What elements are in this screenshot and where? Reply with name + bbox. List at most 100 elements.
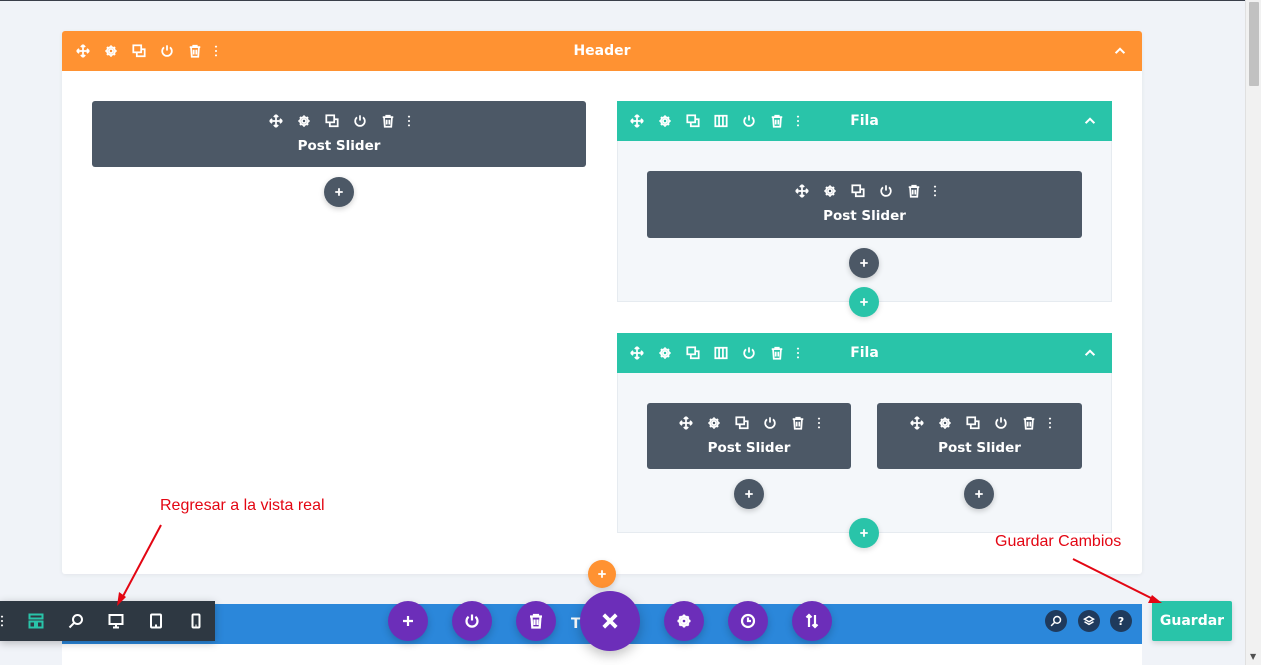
more-icon[interactable] [812, 410, 826, 436]
gear-icon[interactable] [651, 107, 679, 135]
gear-icon[interactable] [931, 410, 959, 436]
trash-icon[interactable] [900, 178, 928, 204]
gear-icon[interactable] [664, 601, 704, 641]
power-icon[interactable] [452, 601, 492, 641]
row-header-bar[interactable]: Fila [617, 101, 1112, 141]
module-post-slider[interactable]: Post Slider [647, 171, 1082, 238]
power-icon[interactable] [735, 107, 763, 135]
window-top-border [0, 0, 1245, 1]
row-2: Fila Post Slider Post Slider [617, 333, 1112, 533]
move-icon[interactable] [69, 37, 97, 65]
close-icon[interactable] [580, 591, 640, 651]
duplicate-icon[interactable] [679, 107, 707, 135]
row-toolbar [623, 101, 805, 141]
trash-icon[interactable] [374, 108, 402, 134]
more-icon[interactable] [928, 178, 942, 204]
duplicate-icon[interactable] [959, 410, 987, 436]
trash-icon[interactable] [763, 107, 791, 135]
power-icon[interactable] [735, 339, 763, 367]
module-toolbar [92, 108, 586, 134]
desktop-icon[interactable] [96, 601, 136, 641]
power-icon[interactable] [756, 410, 784, 436]
row-toolbar [623, 333, 805, 373]
more-icon[interactable] [0, 601, 12, 641]
more-icon[interactable] [402, 108, 416, 134]
phone-icon[interactable] [176, 601, 216, 641]
sort-icon[interactable] [792, 601, 832, 641]
module-post-slider[interactable]: Post Slider [647, 403, 851, 469]
section-title-partial: T [571, 616, 581, 632]
add-module-button[interactable] [849, 248, 879, 278]
page-scrollbar[interactable]: ▼ [1245, 0, 1261, 665]
duplicate-icon[interactable] [125, 37, 153, 65]
module-title: Post Slider [707, 440, 791, 456]
duplicate-icon[interactable] [679, 339, 707, 367]
chevron-up-icon[interactable] [1076, 339, 1104, 367]
history-icon[interactable] [728, 601, 768, 641]
row-1: Fila Post Slider [617, 101, 1112, 302]
section-header-bar[interactable]: Header [62, 31, 1142, 71]
power-icon[interactable] [987, 410, 1015, 436]
add-module-button[interactable] [734, 479, 764, 509]
power-icon[interactable] [153, 37, 181, 65]
section-toolbar [69, 31, 223, 71]
chevron-up-icon[interactable] [1076, 107, 1104, 135]
row-header-bar[interactable]: Fila [617, 333, 1112, 373]
save-button[interactable]: Guardar [1152, 601, 1232, 641]
gear-icon[interactable] [651, 339, 679, 367]
module-post-slider[interactable]: Post Slider [877, 403, 1082, 469]
duplicate-icon[interactable] [728, 410, 756, 436]
add-row-button[interactable] [849, 518, 879, 548]
view-mode-dock [0, 601, 215, 641]
move-icon[interactable] [903, 410, 931, 436]
module-post-slider[interactable]: Post Slider [92, 101, 586, 167]
add-button[interactable] [388, 601, 428, 641]
trash-icon[interactable] [181, 37, 209, 65]
add-section-button[interactable] [588, 560, 616, 588]
section-title: Header [573, 43, 631, 59]
power-icon[interactable] [872, 178, 900, 204]
move-icon[interactable] [788, 178, 816, 204]
add-row-button[interactable] [849, 287, 879, 317]
trash-icon[interactable] [763, 339, 791, 367]
duplicate-icon[interactable] [844, 178, 872, 204]
power-icon[interactable] [346, 108, 374, 134]
wireframe-icon[interactable] [16, 601, 56, 641]
move-icon[interactable] [672, 410, 700, 436]
module-title: Post Slider [938, 440, 1021, 456]
search-icon[interactable] [1045, 610, 1067, 632]
gear-icon[interactable] [700, 410, 728, 436]
more-icon[interactable] [209, 37, 223, 65]
tablet-icon[interactable] [136, 601, 176, 641]
scrollbar-thumb[interactable] [1249, 2, 1259, 86]
move-icon[interactable] [262, 108, 290, 134]
zoom-icon[interactable] [56, 601, 96, 641]
chevron-up-icon[interactable] [1106, 37, 1134, 65]
move-icon[interactable] [623, 339, 651, 367]
module-toolbar [647, 410, 851, 436]
add-module-button[interactable] [324, 177, 354, 207]
duplicate-icon[interactable] [318, 108, 346, 134]
trash-icon[interactable] [1015, 410, 1043, 436]
trash-icon[interactable] [516, 601, 556, 641]
layers-icon[interactable] [1078, 610, 1100, 632]
help-icon[interactable]: ? [1110, 610, 1132, 632]
gear-icon[interactable] [816, 178, 844, 204]
move-icon[interactable] [623, 107, 651, 135]
section-header-block: Header Post Slider Fila Post Slider Fila… [62, 31, 1142, 574]
trash-icon[interactable] [784, 410, 812, 436]
gear-icon[interactable] [97, 37, 125, 65]
more-icon[interactable] [791, 339, 805, 367]
scroll-down-arrow-icon[interactable]: ▼ [1250, 653, 1256, 661]
annotation-back-to-view: Regresar a la vista real [160, 497, 325, 514]
module-toolbar [647, 178, 1082, 204]
more-icon[interactable] [791, 107, 805, 135]
columns-icon[interactable] [707, 107, 735, 135]
annotation-save-changes: Guardar Cambios [995, 533, 1122, 550]
gear-icon[interactable] [290, 108, 318, 134]
more-icon[interactable] [1043, 410, 1057, 436]
add-module-button[interactable] [964, 479, 994, 509]
columns-icon[interactable] [707, 339, 735, 367]
module-toolbar [877, 410, 1082, 436]
module-title: Post Slider [823, 208, 906, 224]
